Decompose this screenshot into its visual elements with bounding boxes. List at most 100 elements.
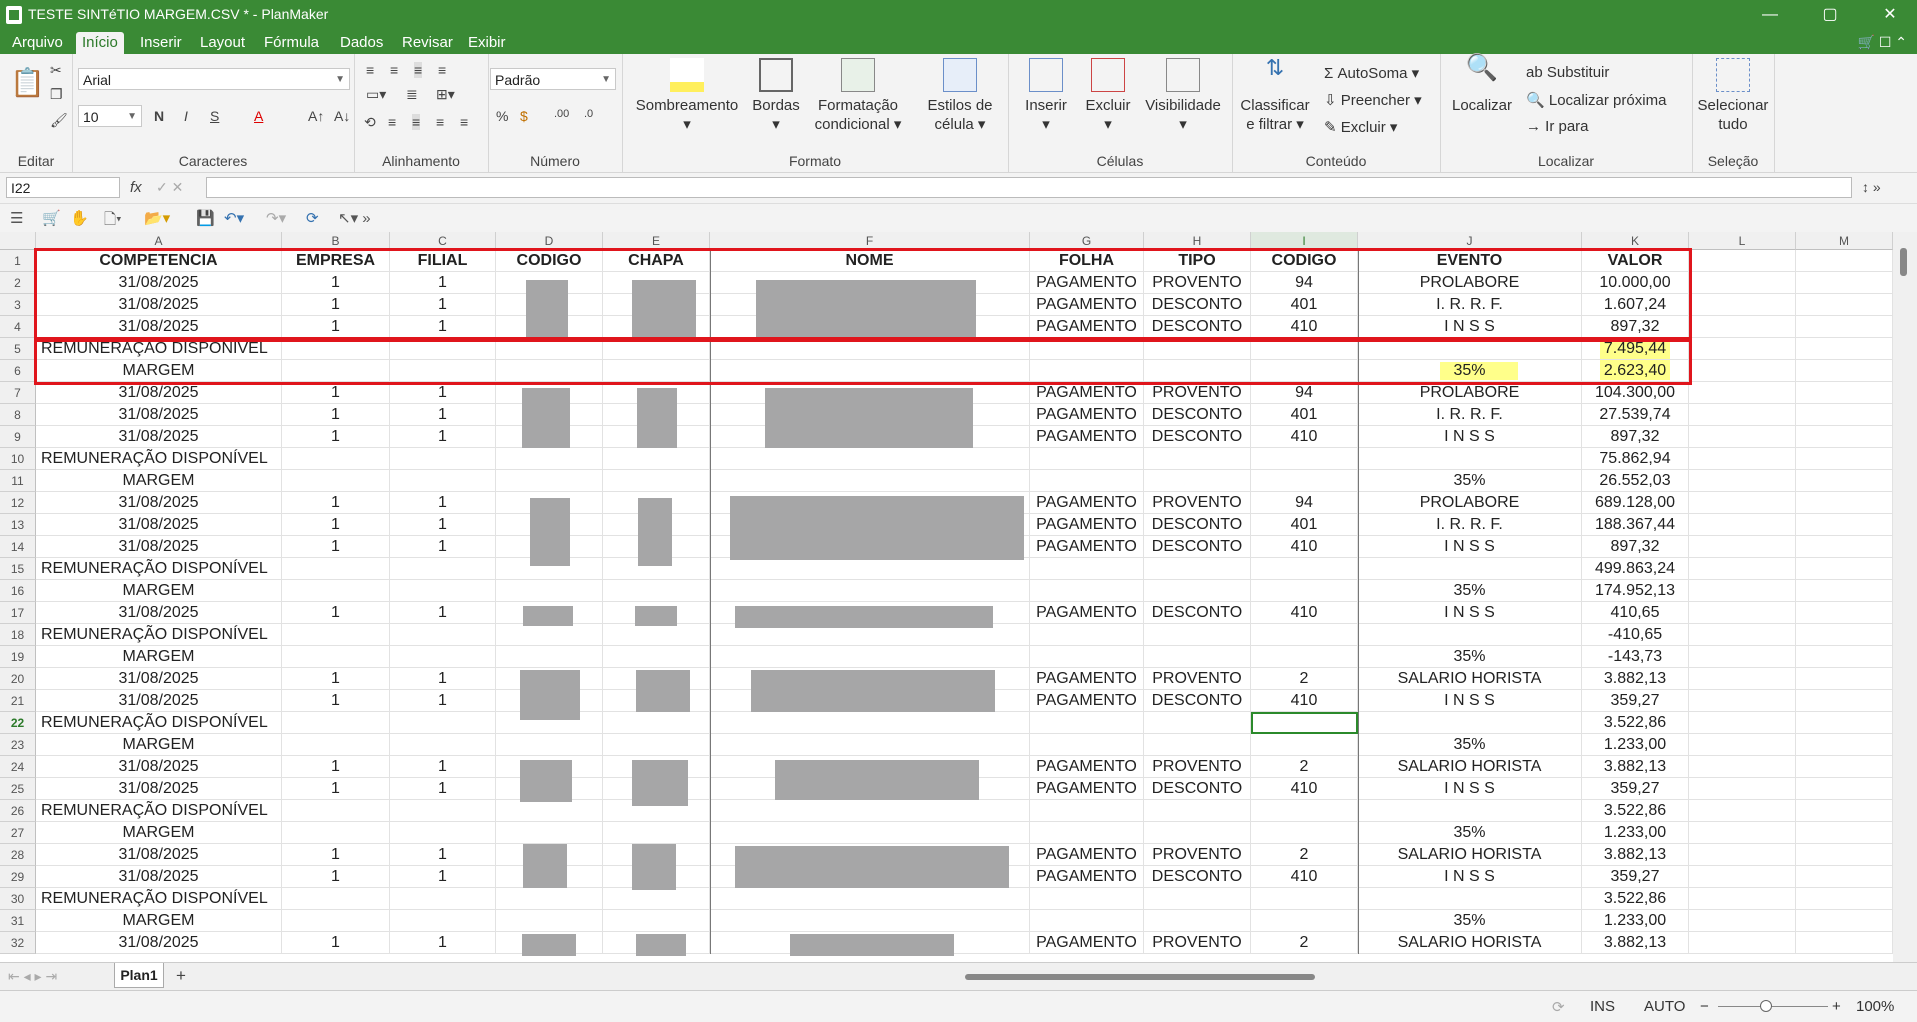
cell-i[interactable]: 410: [1251, 778, 1358, 800]
cell-l[interactable]: [1689, 558, 1796, 580]
row-header[interactable]: 3: [0, 294, 36, 316]
cell-h[interactable]: DESCONTO: [1144, 514, 1251, 536]
row-header[interactable]: 31: [0, 910, 36, 932]
cell-a[interactable]: MARGEM: [36, 580, 282, 602]
cell-l[interactable]: [1689, 932, 1796, 954]
cell-b[interactable]: [282, 910, 390, 932]
cell-a[interactable]: 31/08/2025: [36, 844, 282, 866]
cell-f[interactable]: [710, 910, 1030, 932]
cell-e[interactable]: [603, 910, 710, 932]
cell-c[interactable]: 1: [390, 756, 496, 778]
cell-g[interactable]: [1030, 888, 1144, 910]
cell-l[interactable]: [1689, 294, 1796, 316]
cell-k[interactable]: 3.522,86: [1582, 800, 1689, 822]
cell-l[interactable]: [1689, 250, 1796, 272]
cell-m[interactable]: [1796, 470, 1893, 492]
cell-m[interactable]: [1796, 580, 1893, 602]
column-header-l[interactable]: L: [1689, 232, 1796, 250]
cell-b[interactable]: 1: [282, 866, 390, 888]
row-header[interactable]: 22: [0, 712, 36, 734]
menu-icon[interactable]: ☰: [10, 209, 23, 227]
cell-a[interactable]: 31/08/2025: [36, 668, 282, 690]
cell-h[interactable]: [1144, 470, 1251, 492]
cell-i[interactable]: 94: [1251, 492, 1358, 514]
cell-g[interactable]: PAGAMENTO: [1030, 690, 1144, 712]
row-header[interactable]: 11: [0, 470, 36, 492]
cell-c[interactable]: 1: [390, 844, 496, 866]
align-center-icon[interactable]: ≡: [412, 114, 421, 130]
maximize-icon[interactable]: ▢: [1800, 0, 1860, 30]
row-header[interactable]: 6: [0, 360, 36, 382]
close-icon[interactable]: ✕: [1860, 0, 1917, 30]
cell-k[interactable]: 359,27: [1582, 778, 1689, 800]
cell-k[interactable]: 3.882,13: [1582, 756, 1689, 778]
cell-e[interactable]: [603, 734, 710, 756]
cell-g[interactable]: [1030, 734, 1144, 756]
wrap-icon[interactable]: ≡: [438, 62, 446, 78]
cell-h[interactable]: [1144, 448, 1251, 470]
cell-a[interactable]: 31/08/2025: [36, 536, 282, 558]
cell-j[interactable]: [1358, 558, 1582, 580]
cell-a[interactable]: 31/08/2025: [36, 866, 282, 888]
cell-b[interactable]: [282, 888, 390, 910]
undo-icon[interactable]: ↶▾: [224, 209, 244, 227]
cell-j[interactable]: [1358, 888, 1582, 910]
cell-i[interactable]: 410: [1251, 866, 1358, 888]
cell-k[interactable]: 174.952,13: [1582, 580, 1689, 602]
cell-h[interactable]: DESCONTO: [1144, 602, 1251, 624]
row-header[interactable]: 8: [0, 404, 36, 426]
cell-m[interactable]: [1796, 734, 1893, 756]
cell-h[interactable]: [1144, 646, 1251, 668]
cell-c[interactable]: [390, 910, 496, 932]
cell-f[interactable]: [710, 712, 1030, 734]
cell-k[interactable]: 3.522,86: [1582, 712, 1689, 734]
cell-f[interactable]: [710, 888, 1030, 910]
row-header[interactable]: 5: [0, 338, 36, 360]
cell-e[interactable]: [603, 888, 710, 910]
cell-l[interactable]: [1689, 404, 1796, 426]
cell-j[interactable]: [1358, 800, 1582, 822]
cell-l[interactable]: [1689, 382, 1796, 404]
cell-g[interactable]: PAGAMENTO: [1030, 844, 1144, 866]
cell-e[interactable]: [603, 470, 710, 492]
cell-j[interactable]: I N S S: [1358, 602, 1582, 624]
cell-b[interactable]: [282, 734, 390, 756]
cell-l[interactable]: [1689, 272, 1796, 294]
tab-formula[interactable]: Fórmula: [258, 32, 325, 54]
cell-k[interactable]: 104.300,00: [1582, 382, 1689, 404]
cell-g[interactable]: PAGAMENTO: [1030, 866, 1144, 888]
tab-layout[interactable]: Layout: [194, 32, 251, 54]
cell-h[interactable]: [1144, 558, 1251, 580]
cell-f[interactable]: [710, 558, 1030, 580]
select-all-button[interactable]: Selecionar tudo: [1692, 58, 1774, 134]
cell-a[interactable]: 31/08/2025: [36, 690, 282, 712]
cell-g[interactable]: [1030, 558, 1144, 580]
cell-g[interactable]: PAGAMENTO: [1030, 382, 1144, 404]
cell-m[interactable]: [1796, 294, 1893, 316]
cell-m[interactable]: [1796, 250, 1893, 272]
cell-j[interactable]: [1358, 448, 1582, 470]
cell-a[interactable]: MARGEM: [36, 470, 282, 492]
cell-c[interactable]: [390, 448, 496, 470]
cell-l[interactable]: [1689, 910, 1796, 932]
cell-l[interactable]: [1689, 800, 1796, 822]
formula-input[interactable]: [206, 177, 1852, 198]
minimize-icon[interactable]: —: [1740, 0, 1800, 30]
cell-h[interactable]: [1144, 910, 1251, 932]
cell-i[interactable]: 401: [1251, 404, 1358, 426]
currency-icon[interactable]: $: [520, 108, 528, 124]
row-header[interactable]: 19: [0, 646, 36, 668]
vertical-scrollbar[interactable]: [1893, 232, 1917, 962]
cell-k[interactable]: 410,65: [1582, 602, 1689, 624]
cell-l[interactable]: [1689, 778, 1796, 800]
font-color-icon[interactable]: A: [254, 108, 263, 124]
cell-b[interactable]: [282, 646, 390, 668]
cell-i[interactable]: 2: [1251, 668, 1358, 690]
cell-l[interactable]: [1689, 470, 1796, 492]
cell-a[interactable]: 31/08/2025: [36, 756, 282, 778]
percent-icon[interactable]: %: [496, 108, 508, 124]
cell-c[interactable]: 1: [390, 932, 496, 954]
cell-c[interactable]: 1: [390, 690, 496, 712]
row-header[interactable]: 2: [0, 272, 36, 294]
select-all-corner[interactable]: [0, 232, 36, 250]
